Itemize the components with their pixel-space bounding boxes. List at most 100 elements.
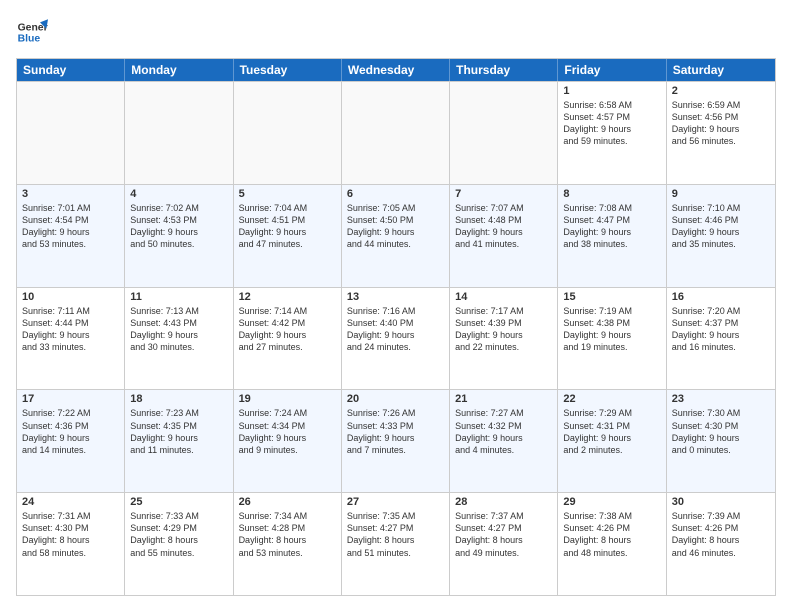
calendar-cell: 27 Sunrise: 7:35 AM Sunset: 4:27 PM Dayli…: [342, 493, 450, 595]
day-info: Sunrise: 7:35 AM Sunset: 4:27 PM Dayligh…: [347, 510, 444, 559]
day-info: Sunrise: 6:58 AM Sunset: 4:57 PM Dayligh…: [563, 99, 660, 148]
day-number: 28: [455, 496, 552, 508]
calendar-row-0: 1 Sunrise: 6:58 AM Sunset: 4:57 PM Daylig…: [17, 81, 775, 184]
header-day-friday: Friday: [558, 59, 666, 81]
calendar-header: SundayMondayTuesdayWednesdayThursdayFrid…: [17, 59, 775, 81]
header-day-thursday: Thursday: [450, 59, 558, 81]
day-info: Sunrise: 7:11 AM Sunset: 4:44 PM Dayligh…: [22, 305, 119, 354]
calendar-cell: 13 Sunrise: 7:16 AM Sunset: 4:40 PM Dayli…: [342, 288, 450, 390]
calendar-cell: 2 Sunrise: 6:59 AM Sunset: 4:56 PM Daylig…: [667, 82, 775, 184]
day-number: 1: [563, 85, 660, 97]
calendar-cell: 17Sunrise: 7:22 AM Sunset: 4:36 PM Dayli…: [17, 390, 125, 492]
day-info: Sunrise: 7:14 AM Sunset: 4:42 PM Dayligh…: [239, 305, 336, 354]
calendar-cell: [450, 82, 558, 184]
day-info: Sunrise: 7:33 AM Sunset: 4:29 PM Dayligh…: [130, 510, 227, 559]
calendar-cell: 23Sunrise: 7:30 AM Sunset: 4:30 PM Dayli…: [667, 390, 775, 492]
day-number: 2: [672, 85, 770, 97]
day-number: 13: [347, 291, 444, 303]
day-number: 21: [455, 393, 552, 405]
day-number: 12: [239, 291, 336, 303]
day-number: 18: [130, 393, 227, 405]
day-info: Sunrise: 7:13 AM Sunset: 4:43 PM Dayligh…: [130, 305, 227, 354]
day-info: Sunrise: 7:02 AM Sunset: 4:53 PM Dayligh…: [130, 202, 227, 251]
calendar-cell: 22 Sunrise: 7:29 AM Sunset: 4:31 PM Dayli…: [558, 390, 666, 492]
day-info: Sunrise: 7:20 AM Sunset: 4:37 PM Dayligh…: [672, 305, 770, 354]
day-number: 5: [239, 188, 336, 200]
day-info: Sunrise: 7:26 AM Sunset: 4:33 PM Dayligh…: [347, 407, 444, 456]
calendar-cell: 25 Sunrise: 7:33 AM Sunset: 4:29 PM Dayli…: [125, 493, 233, 595]
calendar-cell: 12 Sunrise: 7:14 AM Sunset: 4:42 PM Dayli…: [234, 288, 342, 390]
day-info: Sunrise: 7:30 AM Sunset: 4:30 PM Dayligh…: [672, 407, 770, 456]
day-info: Sunrise: 7:16 AM Sunset: 4:40 PM Dayligh…: [347, 305, 444, 354]
calendar-cell: 26 Sunrise: 7:34 AM Sunset: 4:28 PM Dayli…: [234, 493, 342, 595]
calendar-cell: 6 Sunrise: 7:05 AM Sunset: 4:50 PM Daylig…: [342, 185, 450, 287]
calendar-cell: 14Sunrise: 7:17 AM Sunset: 4:39 PM Dayli…: [450, 288, 558, 390]
day-info: Sunrise: 7:04 AM Sunset: 4:51 PM Dayligh…: [239, 202, 336, 251]
day-number: 10: [22, 291, 119, 303]
day-number: 29: [563, 496, 660, 508]
day-number: 11: [130, 291, 227, 303]
svg-text:Blue: Blue: [18, 34, 41, 45]
day-number: 14: [455, 291, 552, 303]
day-info: Sunrise: 7:37 AM Sunset: 4:27 PM Dayligh…: [455, 510, 552, 559]
day-info: Sunrise: 7:29 AM Sunset: 4:31 PM Dayligh…: [563, 407, 660, 456]
calendar-cell: [234, 82, 342, 184]
calendar-cell: 9 Sunrise: 7:10 AM Sunset: 4:46 PM Daylig…: [667, 185, 775, 287]
day-number: 19: [239, 393, 336, 405]
logo: General Blue: [16, 16, 48, 48]
calendar-cell: 28 Sunrise: 7:37 AM Sunset: 4:27 PM Dayli…: [450, 493, 558, 595]
day-info: Sunrise: 7:23 AM Sunset: 4:35 PM Dayligh…: [130, 407, 227, 456]
page: General Blue SundayMondayTuesdayWednesda…: [0, 0, 792, 612]
day-number: 26: [239, 496, 336, 508]
day-number: 7: [455, 188, 552, 200]
day-number: 6: [347, 188, 444, 200]
calendar-body: 1 Sunrise: 6:58 AM Sunset: 4:57 PM Daylig…: [17, 81, 775, 595]
day-number: 16: [672, 291, 770, 303]
day-info: Sunrise: 7:07 AM Sunset: 4:48 PM Dayligh…: [455, 202, 552, 251]
day-info: Sunrise: 6:59 AM Sunset: 4:56 PM Dayligh…: [672, 99, 770, 148]
day-info: Sunrise: 7:10 AM Sunset: 4:46 PM Dayligh…: [672, 202, 770, 251]
day-number: 25: [130, 496, 227, 508]
calendar-cell: 3 Sunrise: 7:01 AM Sunset: 4:54 PM Daylig…: [17, 185, 125, 287]
logo-icon: General Blue: [16, 16, 48, 48]
day-number: 3: [22, 188, 119, 200]
day-number: 30: [672, 496, 770, 508]
calendar-cell: 4Sunrise: 7:02 AM Sunset: 4:53 PM Daylig…: [125, 185, 233, 287]
calendar-cell: 5 Sunrise: 7:04 AM Sunset: 4:51 PM Daylig…: [234, 185, 342, 287]
day-number: 22: [563, 393, 660, 405]
day-number: 20: [347, 393, 444, 405]
header-day-tuesday: Tuesday: [234, 59, 342, 81]
calendar-cell: [342, 82, 450, 184]
day-info: Sunrise: 7:27 AM Sunset: 4:32 PM Dayligh…: [455, 407, 552, 456]
day-info: Sunrise: 7:01 AM Sunset: 4:54 PM Dayligh…: [22, 202, 119, 251]
day-number: 27: [347, 496, 444, 508]
header-day-sunday: Sunday: [17, 59, 125, 81]
calendar-cell: [125, 82, 233, 184]
calendar-cell: 7 Sunrise: 7:07 AM Sunset: 4:48 PM Daylig…: [450, 185, 558, 287]
day-number: 9: [672, 188, 770, 200]
calendar: SundayMondayTuesdayWednesdayThursdayFrid…: [16, 58, 776, 596]
day-number: 8: [563, 188, 660, 200]
day-info: Sunrise: 7:38 AM Sunset: 4:26 PM Dayligh…: [563, 510, 660, 559]
calendar-cell: 1 Sunrise: 6:58 AM Sunset: 4:57 PM Daylig…: [558, 82, 666, 184]
calendar-cell: 20 Sunrise: 7:26 AM Sunset: 4:33 PM Dayli…: [342, 390, 450, 492]
day-info: Sunrise: 7:31 AM Sunset: 4:30 PM Dayligh…: [22, 510, 119, 559]
header-day-monday: Monday: [125, 59, 233, 81]
calendar-cell: 11 Sunrise: 7:13 AM Sunset: 4:43 PM Dayli…: [125, 288, 233, 390]
day-number: 24: [22, 496, 119, 508]
calendar-cell: 16 Sunrise: 7:20 AM Sunset: 4:37 PM Dayli…: [667, 288, 775, 390]
calendar-row-4: 24 Sunrise: 7:31 AM Sunset: 4:30 PM Dayli…: [17, 492, 775, 595]
calendar-cell: 29 Sunrise: 7:38 AM Sunset: 4:26 PM Dayli…: [558, 493, 666, 595]
calendar-cell: [17, 82, 125, 184]
calendar-cell: 21 Sunrise: 7:27 AM Sunset: 4:32 PM Dayli…: [450, 390, 558, 492]
day-number: 15: [563, 291, 660, 303]
day-number: 17: [22, 393, 119, 405]
calendar-cell: 30Sunrise: 7:39 AM Sunset: 4:26 PM Dayli…: [667, 493, 775, 595]
day-info: Sunrise: 7:19 AM Sunset: 4:38 PM Dayligh…: [563, 305, 660, 354]
day-info: Sunrise: 7:08 AM Sunset: 4:47 PM Dayligh…: [563, 202, 660, 251]
calendar-row-1: 3 Sunrise: 7:01 AM Sunset: 4:54 PM Daylig…: [17, 184, 775, 287]
day-info: Sunrise: 7:34 AM Sunset: 4:28 PM Dayligh…: [239, 510, 336, 559]
day-info: Sunrise: 7:05 AM Sunset: 4:50 PM Dayligh…: [347, 202, 444, 251]
calendar-row-2: 10 Sunrise: 7:11 AM Sunset: 4:44 PM Dayli…: [17, 287, 775, 390]
calendar-cell: 8 Sunrise: 7:08 AM Sunset: 4:47 PM Daylig…: [558, 185, 666, 287]
